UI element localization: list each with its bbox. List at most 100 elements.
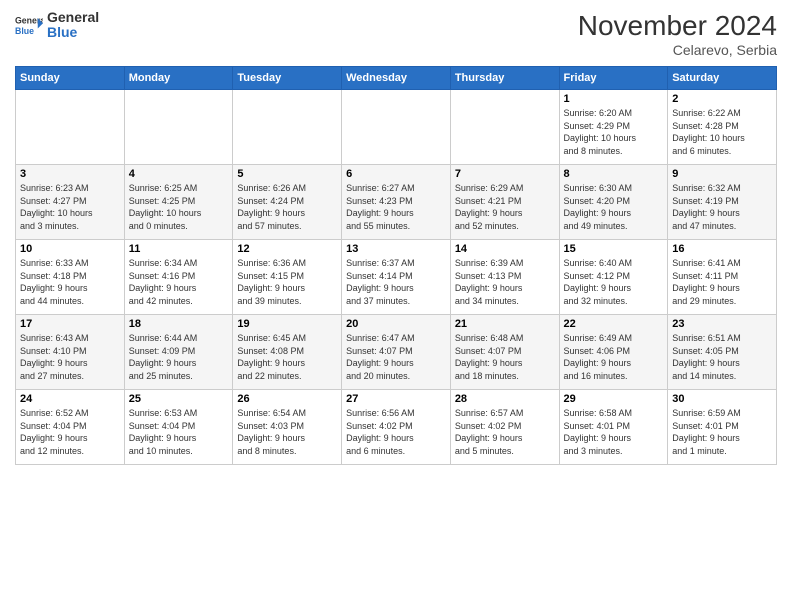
week-row-4: 24 Sunrise: 6:52 AM Sunset: 4:04 PM Dayli… [16, 390, 777, 465]
day-info: Sunrise: 6:23 AM Sunset: 4:27 PM Dayligh… [20, 182, 120, 232]
week-row-3: 17 Sunrise: 6:43 AM Sunset: 4:10 PM Dayli… [16, 315, 777, 390]
day-cell-w4-d5: 29 Sunrise: 6:58 AM Sunset: 4:01 PM Dayli… [559, 390, 668, 465]
location: Celarevo, Serbia [578, 42, 777, 58]
col-monday: Monday [124, 67, 233, 90]
logo-icon: General Blue [15, 11, 43, 39]
day-info: Sunrise: 6:56 AM Sunset: 4:02 PM Dayligh… [346, 407, 446, 457]
calendar-header-row: Sunday Monday Tuesday Wednesday Thursday… [16, 67, 777, 90]
day-number: 7 [455, 168, 555, 180]
day-info: Sunrise: 6:30 AM Sunset: 4:20 PM Dayligh… [564, 182, 664, 232]
day-number: 29 [564, 393, 664, 405]
day-number: 30 [672, 393, 772, 405]
day-info: Sunrise: 6:36 AM Sunset: 4:15 PM Dayligh… [237, 257, 337, 307]
day-info: Sunrise: 6:41 AM Sunset: 4:11 PM Dayligh… [672, 257, 772, 307]
day-info: Sunrise: 6:27 AM Sunset: 4:23 PM Dayligh… [346, 182, 446, 232]
day-cell-w0-d5: 1 Sunrise: 6:20 AM Sunset: 4:29 PM Daylig… [559, 90, 668, 165]
col-sunday: Sunday [16, 67, 125, 90]
day-number: 19 [237, 318, 337, 330]
day-info: Sunrise: 6:32 AM Sunset: 4:19 PM Dayligh… [672, 182, 772, 232]
day-cell-w1-d1: 4Sunrise: 6:25 AM Sunset: 4:25 PM Daylig… [124, 165, 233, 240]
logo-blue: Blue [47, 24, 77, 40]
day-number: 17 [20, 318, 120, 330]
day-info: Sunrise: 6:54 AM Sunset: 4:03 PM Dayligh… [237, 407, 337, 457]
header: General Blue General Blue November 2024 … [15, 10, 777, 58]
day-number: 12 [237, 243, 337, 255]
day-info: Sunrise: 6:49 AM Sunset: 4:06 PM Dayligh… [564, 332, 664, 382]
day-number: 15 [564, 243, 664, 255]
day-cell-w3-d2: 19 Sunrise: 6:45 AM Sunset: 4:08 PM Dayli… [233, 315, 342, 390]
day-number: 22 [564, 318, 664, 330]
day-number: 2 [672, 93, 772, 105]
day-info: Sunrise: 6:43 AM Sunset: 4:10 PM Dayligh… [20, 332, 120, 382]
day-cell-w0-d2 [233, 90, 342, 165]
day-cell-w1-d4: 7 Sunrise: 6:29 AM Sunset: 4:21 PM Daylig… [450, 165, 559, 240]
day-number: 6 [346, 168, 446, 180]
day-number: 3 [20, 168, 120, 180]
day-number: 26 [237, 393, 337, 405]
day-cell-w1-d2: 5Sunrise: 6:26 AM Sunset: 4:24 PM Daylig… [233, 165, 342, 240]
day-info: Sunrise: 6:20 AM Sunset: 4:29 PM Dayligh… [564, 107, 664, 157]
week-row-2: 10Sunrise: 6:33 AM Sunset: 4:18 PM Dayli… [16, 240, 777, 315]
day-number: 23 [672, 318, 772, 330]
day-info: Sunrise: 6:53 AM Sunset: 4:04 PM Dayligh… [129, 407, 229, 457]
day-cell-w0-d0 [16, 90, 125, 165]
day-number: 9 [672, 168, 772, 180]
day-cell-w0-d3 [342, 90, 451, 165]
day-cell-w2-d5: 15 Sunrise: 6:40 AM Sunset: 4:12 PM Dayli… [559, 240, 668, 315]
day-cell-w4-d4: 28 Sunrise: 6:57 AM Sunset: 4:02 PM Dayli… [450, 390, 559, 465]
col-saturday: Saturday [668, 67, 777, 90]
logo-general: General [47, 9, 99, 25]
week-row-1: 3 Sunrise: 6:23 AM Sunset: 4:27 PM Daylig… [16, 165, 777, 240]
day-cell-w4-d6: 30 Sunrise: 6:59 AM Sunset: 4:01 PM Dayli… [668, 390, 777, 465]
day-cell-w2-d0: 10Sunrise: 6:33 AM Sunset: 4:18 PM Dayli… [16, 240, 125, 315]
day-number: 28 [455, 393, 555, 405]
day-info: Sunrise: 6:48 AM Sunset: 4:07 PM Dayligh… [455, 332, 555, 382]
day-info: Sunrise: 6:29 AM Sunset: 4:21 PM Dayligh… [455, 182, 555, 232]
day-cell-w2-d3: 13 Sunrise: 6:37 AM Sunset: 4:14 PM Dayli… [342, 240, 451, 315]
logo-text-block: General Blue [47, 10, 99, 41]
day-info: Sunrise: 6:25 AM Sunset: 4:25 PM Dayligh… [129, 182, 229, 232]
day-cell-w3-d0: 17 Sunrise: 6:43 AM Sunset: 4:10 PM Dayli… [16, 315, 125, 390]
day-number: 21 [455, 318, 555, 330]
day-info: Sunrise: 6:26 AM Sunset: 4:24 PM Dayligh… [237, 182, 337, 232]
day-cell-w2-d4: 14 Sunrise: 6:39 AM Sunset: 4:13 PM Dayli… [450, 240, 559, 315]
day-info: Sunrise: 6:47 AM Sunset: 4:07 PM Dayligh… [346, 332, 446, 382]
day-info: Sunrise: 6:39 AM Sunset: 4:13 PM Dayligh… [455, 257, 555, 307]
day-cell-w1-d0: 3 Sunrise: 6:23 AM Sunset: 4:27 PM Daylig… [16, 165, 125, 240]
calendar-table: Sunday Monday Tuesday Wednesday Thursday… [15, 66, 777, 465]
day-cell-w2-d6: 16 Sunrise: 6:41 AM Sunset: 4:11 PM Dayli… [668, 240, 777, 315]
day-cell-w0-d4 [450, 90, 559, 165]
day-cell-w4-d3: 27Sunrise: 6:56 AM Sunset: 4:02 PM Dayli… [342, 390, 451, 465]
day-info: Sunrise: 6:59 AM Sunset: 4:01 PM Dayligh… [672, 407, 772, 457]
day-cell-w2-d1: 11 Sunrise: 6:34 AM Sunset: 4:16 PM Dayli… [124, 240, 233, 315]
day-cell-w3-d6: 23Sunrise: 6:51 AM Sunset: 4:05 PM Dayli… [668, 315, 777, 390]
day-number: 18 [129, 318, 229, 330]
day-info: Sunrise: 6:57 AM Sunset: 4:02 PM Dayligh… [455, 407, 555, 457]
day-number: 24 [20, 393, 120, 405]
day-info: Sunrise: 6:34 AM Sunset: 4:16 PM Dayligh… [129, 257, 229, 307]
day-number: 25 [129, 393, 229, 405]
col-friday: Friday [559, 67, 668, 90]
month-title: November 2024 [578, 10, 777, 42]
week-row-0: 1 Sunrise: 6:20 AM Sunset: 4:29 PM Daylig… [16, 90, 777, 165]
day-info: Sunrise: 6:52 AM Sunset: 4:04 PM Dayligh… [20, 407, 120, 457]
day-number: 13 [346, 243, 446, 255]
day-info: Sunrise: 6:45 AM Sunset: 4:08 PM Dayligh… [237, 332, 337, 382]
day-number: 10 [20, 243, 120, 255]
day-cell-w3-d1: 18Sunrise: 6:44 AM Sunset: 4:09 PM Dayli… [124, 315, 233, 390]
day-cell-w3-d4: 21 Sunrise: 6:48 AM Sunset: 4:07 PM Dayli… [450, 315, 559, 390]
day-cell-w4-d2: 26 Sunrise: 6:54 AM Sunset: 4:03 PM Dayli… [233, 390, 342, 465]
day-number: 11 [129, 243, 229, 255]
svg-text:Blue: Blue [15, 26, 34, 36]
day-cell-w1-d3: 6 Sunrise: 6:27 AM Sunset: 4:23 PM Daylig… [342, 165, 451, 240]
col-tuesday: Tuesday [233, 67, 342, 90]
day-info: Sunrise: 6:22 AM Sunset: 4:28 PM Dayligh… [672, 107, 772, 157]
day-info: Sunrise: 6:58 AM Sunset: 4:01 PM Dayligh… [564, 407, 664, 457]
day-cell-w3-d5: 22 Sunrise: 6:49 AM Sunset: 4:06 PM Dayli… [559, 315, 668, 390]
day-number: 14 [455, 243, 555, 255]
day-info: Sunrise: 6:37 AM Sunset: 4:14 PM Dayligh… [346, 257, 446, 307]
day-info: Sunrise: 6:40 AM Sunset: 4:12 PM Dayligh… [564, 257, 664, 307]
day-cell-w0-d1 [124, 90, 233, 165]
day-number: 1 [564, 93, 664, 105]
day-number: 16 [672, 243, 772, 255]
